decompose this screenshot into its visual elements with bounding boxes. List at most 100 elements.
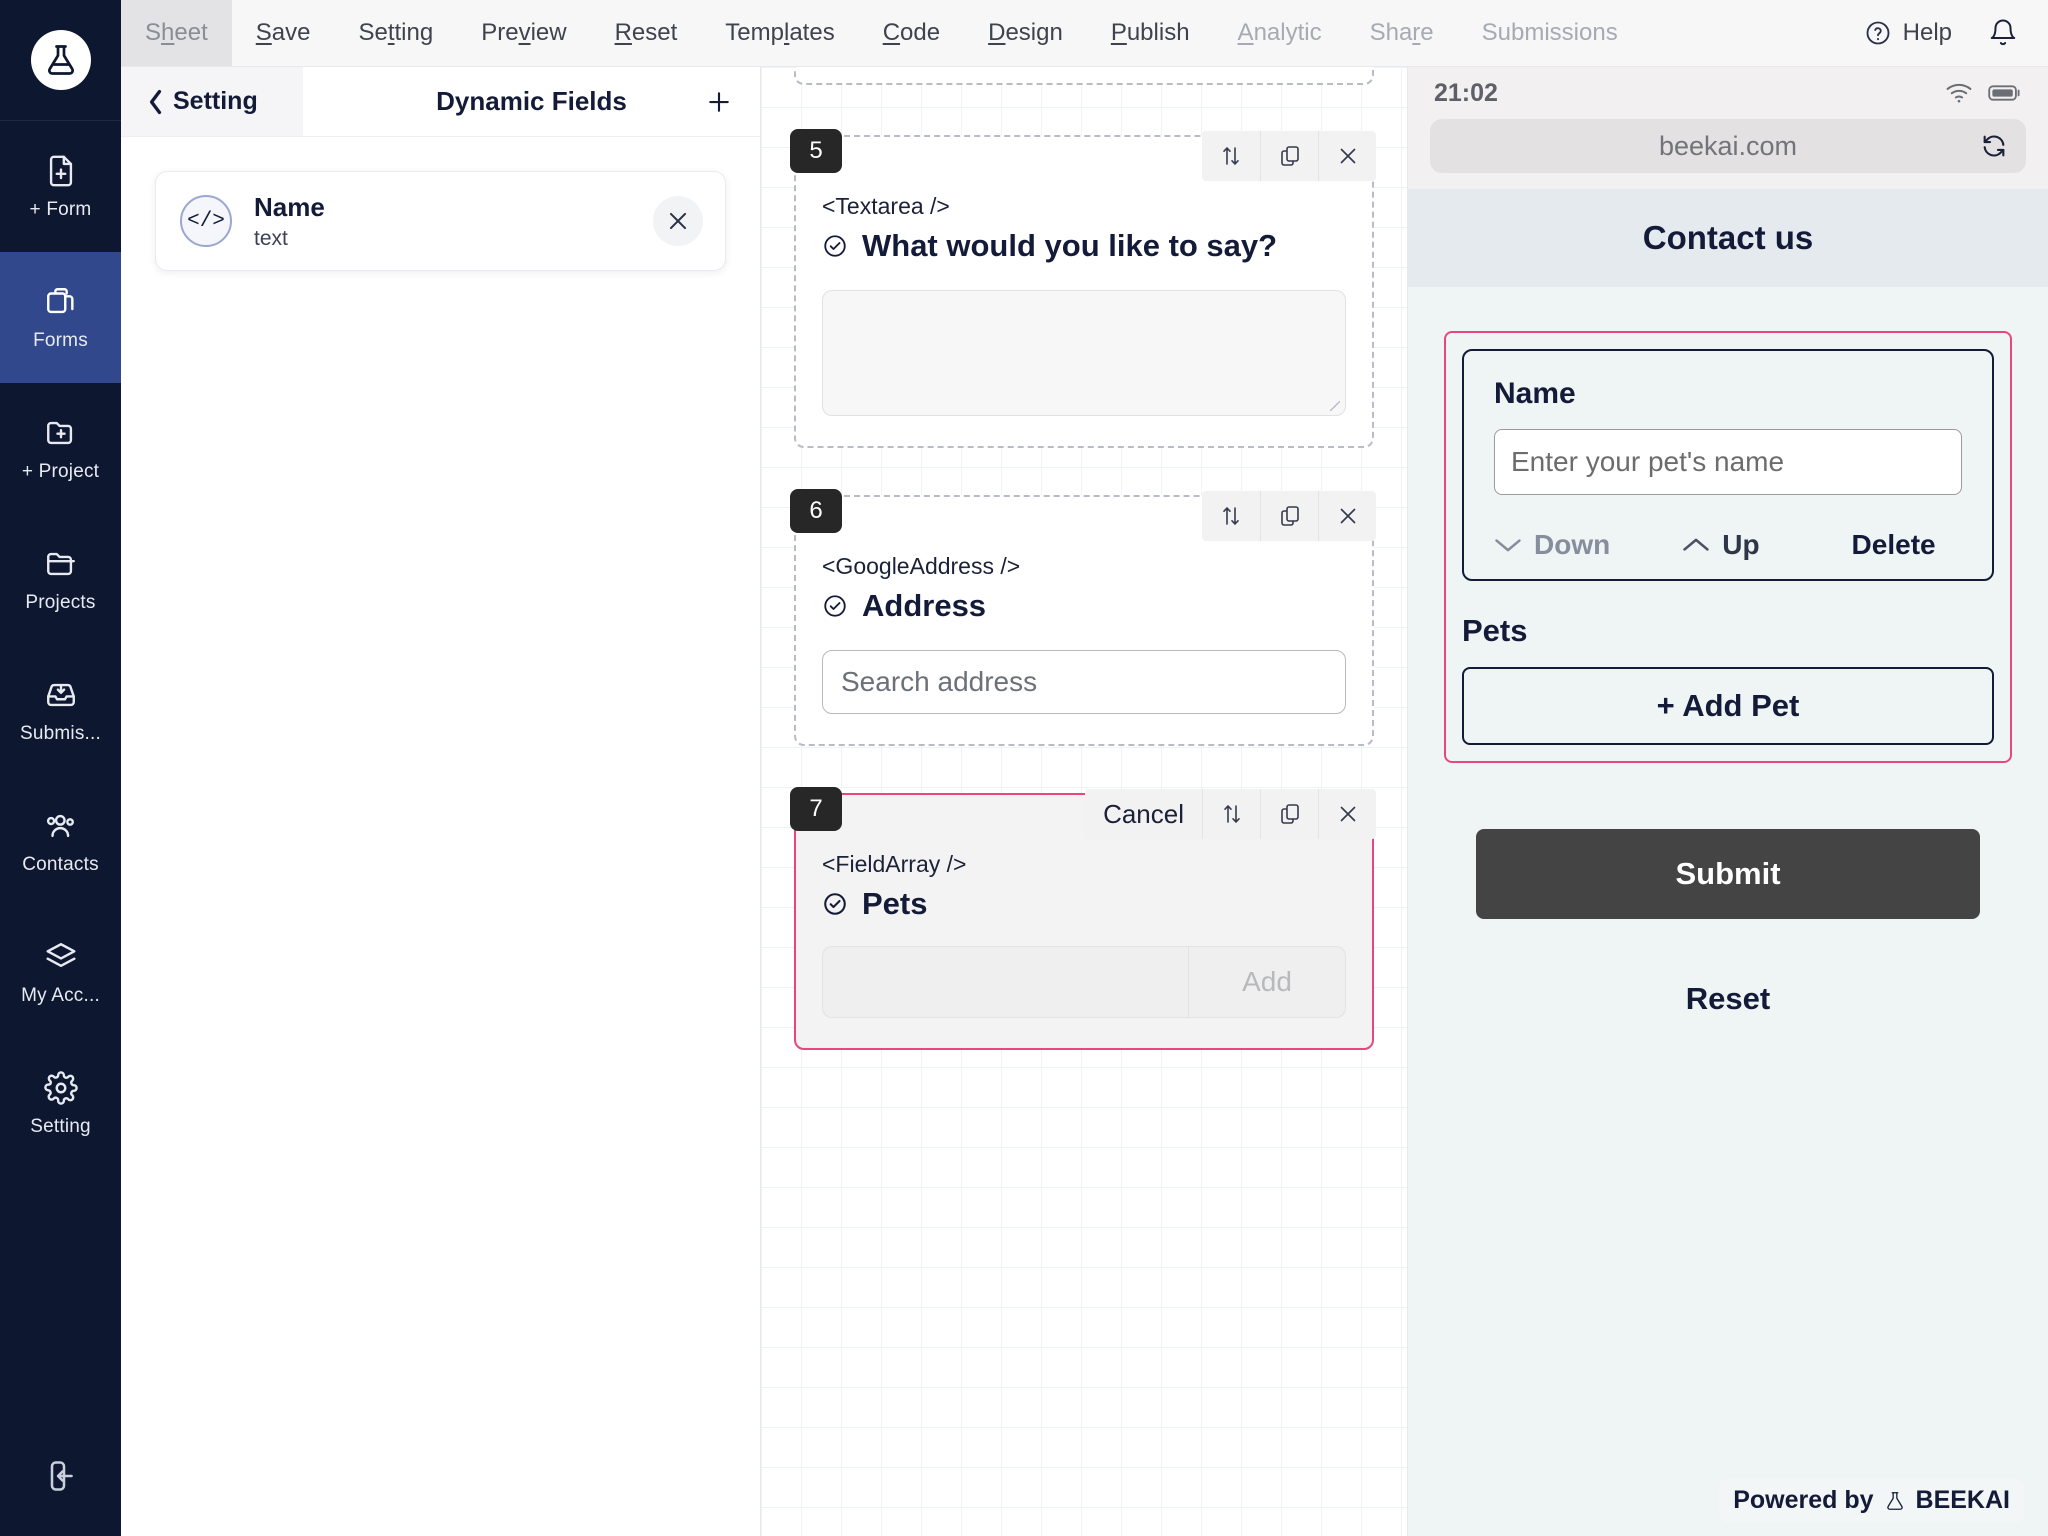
cancel-button[interactable]: Cancel — [1085, 789, 1202, 839]
sidebar-item-add-form[interactable]: + Form — [0, 121, 121, 252]
powered-by-badge: Powered by BEEKAI — [1719, 1479, 2024, 1522]
delete-label: Delete — [1851, 529, 1936, 560]
move-up-button[interactable]: Up — [1682, 529, 1760, 561]
field-card-active[interactable]: 7 Cancel <FieldArray /> Pets Add — [790, 787, 1376, 1050]
close-icon[interactable] — [1318, 789, 1376, 839]
logout-button[interactable] — [0, 1416, 121, 1536]
close-icon[interactable] — [1318, 131, 1376, 181]
dynamic-fields-panel: Setting Dynamic Fields </> Name text — [121, 67, 761, 1536]
copy-icon[interactable] — [1260, 491, 1318, 541]
powered-brand: BEEKAI — [1915, 1486, 2010, 1514]
close-icon[interactable] — [653, 196, 703, 246]
tab-templates[interactable]: Templates — [701, 0, 858, 66]
dynamic-fields-list: </> Name text — [121, 137, 760, 271]
left-nav-rail: + Form Forms + Project Projects Submis..… — [0, 0, 121, 1536]
field-toolbar — [1202, 131, 1376, 181]
check-circle-icon — [822, 891, 848, 917]
move-down-button[interactable]: Down — [1494, 529, 1610, 561]
field-array-input[interactable] — [822, 946, 1188, 1018]
add-pet-button[interactable]: + Add Pet — [1462, 667, 1994, 745]
code-icon: </> — [180, 195, 232, 247]
sidebar-item-my-account[interactable]: My Acc... — [0, 907, 121, 1038]
main-area: Sheet Save Setting Preview Reset Templat… — [121, 0, 2048, 1536]
sidebar-item-setting[interactable]: Setting — [0, 1038, 121, 1169]
tab-save[interactable]: Save — [232, 0, 335, 66]
tab-label: Preview — [481, 19, 567, 46]
pet-name-input[interactable]: Enter your pet's name — [1494, 429, 1962, 495]
tab-code[interactable]: Code — [859, 0, 964, 66]
back-to-setting-button[interactable]: Setting — [121, 67, 303, 136]
tab-submissions[interactable]: Submissions — [1458, 0, 1642, 66]
field-card[interactable]: 6 <GoogleAddress /> Address Search addre… — [790, 489, 1376, 746]
sidebar-item-add-project[interactable]: + Project — [0, 383, 121, 514]
tab-analytic[interactable]: Analytic — [1214, 0, 1346, 66]
field-card-partial[interactable] — [794, 67, 1374, 85]
field-label-row: Pets — [822, 886, 1346, 922]
reorder-icon[interactable] — [1202, 131, 1260, 181]
reset-button[interactable]: Reset — [1444, 981, 2012, 1017]
form-canvas[interactable]: 5 <Textarea /> What would you like to sa… — [761, 67, 1408, 1536]
file-plus-icon — [42, 152, 80, 190]
dynamic-fields-title-wrap: Dynamic Fields — [303, 67, 760, 136]
address-search-input[interactable]: Search address — [822, 650, 1346, 714]
sidebar-item-forms[interactable]: Forms — [0, 252, 121, 383]
app-logo[interactable] — [0, 0, 121, 121]
logout-icon — [43, 1458, 79, 1494]
tab-share[interactable]: Share — [1346, 0, 1458, 66]
battery-icon — [1988, 82, 2022, 104]
field-label-row: What would you like to say? — [822, 228, 1346, 264]
notifications-button[interactable] — [1974, 0, 2048, 66]
field-tag: <GoogleAddress /> — [822, 553, 1021, 579]
sidebar-item-label: Contacts — [22, 854, 99, 875]
list-item-text: Name text — [254, 192, 631, 251]
item-controls: Down Up Delete — [1494, 529, 1962, 561]
field-toolbar — [1202, 491, 1376, 541]
add-button[interactable]: Add — [1188, 946, 1346, 1018]
sidebar-item-contacts[interactable]: Contacts — [0, 776, 121, 907]
status-time: 21:02 — [1434, 78, 1498, 107]
field-type: text — [254, 226, 288, 250]
reorder-icon[interactable] — [1202, 491, 1260, 541]
sidebar-item-label: Setting — [30, 1116, 91, 1137]
tab-design[interactable]: Design — [964, 0, 1087, 66]
delete-item-button[interactable]: Delete — [1852, 529, 1936, 561]
tab-setting[interactable]: Setting — [334, 0, 457, 66]
field-toolbar: Cancel — [1085, 789, 1376, 839]
folder-plus-icon — [42, 414, 80, 452]
help-button[interactable]: Help — [1842, 0, 1974, 66]
sidebar-item-label: Forms — [33, 330, 88, 351]
close-icon[interactable] — [1318, 491, 1376, 541]
field-card[interactable]: 5 <Textarea /> What would you like to sa… — [790, 129, 1376, 448]
reload-icon[interactable] — [1980, 132, 2008, 160]
page-title: Dynamic Fields — [436, 86, 627, 116]
sidebar-item-label: Projects — [25, 592, 96, 613]
pet-name-placeholder: Enter your pet's name — [1511, 446, 1785, 477]
tab-label: Templates — [725, 19, 835, 46]
copy-icon[interactable] — [1260, 131, 1318, 181]
list-item[interactable]: </> Name text — [155, 171, 726, 271]
back-label: Setting — [173, 87, 258, 115]
copy-icon[interactable] — [1260, 789, 1318, 839]
tab-label: Submissions — [1481, 19, 1618, 46]
tab-reset[interactable]: Reset — [591, 0, 702, 66]
tab-label: Analytic — [1237, 19, 1322, 46]
gear-icon — [42, 1069, 80, 1107]
help-label: Help — [1902, 19, 1952, 46]
tab-sheet[interactable]: Sheet — [121, 0, 232, 66]
url-field[interactable]: beekai.com — [1430, 119, 2026, 173]
reorder-icon[interactable] — [1202, 789, 1260, 839]
field-array-item: Name Enter your pet's name Down Up Delet… — [1462, 349, 1994, 581]
tab-preview[interactable]: Preview — [457, 0, 590, 66]
clipboard-icon — [42, 283, 80, 321]
textarea-input[interactable] — [822, 290, 1346, 416]
tab-label: Sheet — [145, 19, 208, 46]
sidebar-item-projects[interactable]: Projects — [0, 514, 121, 645]
inbox-down-icon — [42, 676, 80, 714]
tab-label: Reset — [614, 19, 678, 46]
add-dynamic-field-button[interactable] — [704, 87, 734, 117]
field-tag: <Textarea /> — [822, 193, 950, 219]
sidebar-item-submissions[interactable]: Submis... — [0, 645, 121, 776]
tab-publish[interactable]: Publish — [1087, 0, 1214, 66]
submit-button[interactable]: Submit — [1476, 829, 1980, 919]
field-label: Address — [862, 588, 987, 623]
